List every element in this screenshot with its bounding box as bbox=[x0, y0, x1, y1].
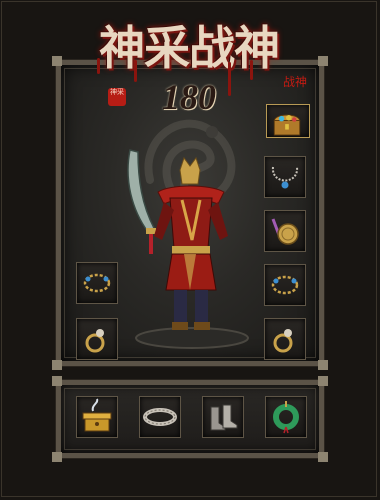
necklace-icon bbox=[271, 166, 299, 189]
bracelet-slot-right[interactable] bbox=[264, 264, 306, 306]
frame-corner bbox=[318, 376, 328, 386]
ring-slot-right[interactable] bbox=[264, 318, 306, 360]
blood-drip bbox=[228, 62, 231, 96]
warrior-character bbox=[127, 149, 249, 349]
belt-slot[interactable] bbox=[139, 396, 181, 438]
jade-pendant-slot[interactable] bbox=[265, 396, 307, 438]
necklace-slot[interactable] bbox=[264, 156, 306, 198]
belt-icon bbox=[143, 408, 177, 426]
boots-icon bbox=[210, 404, 238, 431]
character-equipment-window: 神采战神 180 神采 战神 bbox=[0, 0, 380, 500]
frame-corner bbox=[318, 452, 328, 462]
jade-pendant-icon bbox=[273, 401, 299, 434]
stamp-text: 战神 bbox=[283, 75, 308, 89]
treasure-box-icon bbox=[82, 398, 112, 432]
red-seal-stamp: 神采 bbox=[108, 88, 126, 106]
boots-slot[interactable] bbox=[202, 396, 244, 438]
ring-slot-left[interactable] bbox=[76, 318, 118, 360]
medal-icon bbox=[271, 218, 299, 245]
frame-corner bbox=[318, 360, 328, 370]
blood-drip bbox=[250, 60, 253, 80]
medal-slot[interactable] bbox=[264, 210, 306, 252]
red-calligraphy-stamp: 战神 bbox=[283, 73, 309, 91]
blood-drip bbox=[97, 58, 100, 74]
ring-icon bbox=[85, 329, 105, 353]
bracelet-icon bbox=[83, 273, 111, 293]
treasure-box-slot[interactable] bbox=[76, 396, 118, 438]
treasure-chest-icon bbox=[273, 114, 301, 136]
frame-corner bbox=[52, 452, 62, 462]
bracelet-slot-left[interactable] bbox=[76, 262, 118, 304]
frame-corner bbox=[52, 56, 62, 66]
frame-corner bbox=[318, 56, 328, 66]
frame-corner bbox=[52, 360, 62, 370]
curved-sword-icon bbox=[127, 149, 155, 234]
bracelet-icon bbox=[271, 275, 299, 295]
game-title-text: 神采战神 bbox=[99, 21, 280, 75]
ring-icon bbox=[273, 329, 293, 353]
seal-text: 神采 bbox=[110, 88, 124, 96]
frame-corner bbox=[52, 376, 62, 386]
blood-drip bbox=[134, 60, 137, 82]
treasure-chest-slot[interactable] bbox=[266, 104, 310, 138]
